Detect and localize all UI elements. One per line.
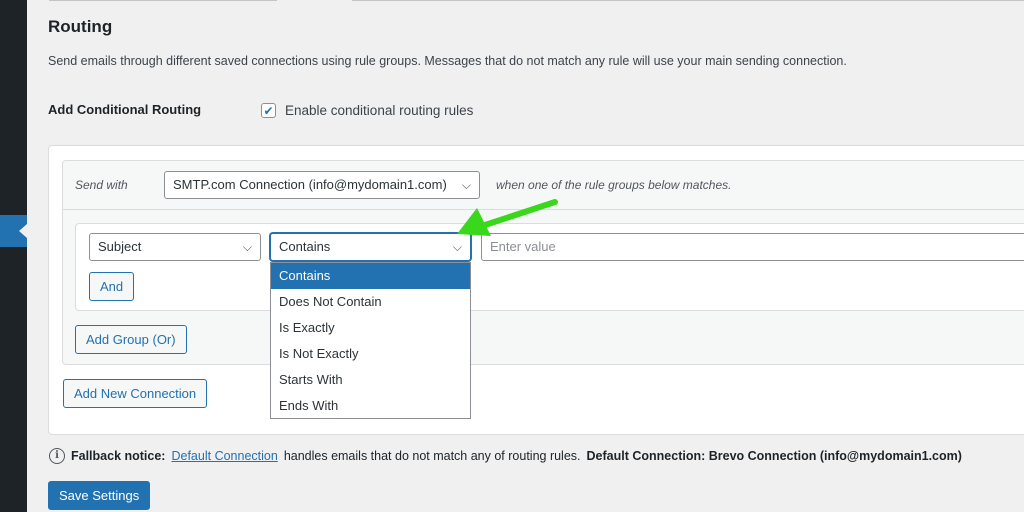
page-description: Send emails through different saved conn… — [48, 54, 847, 68]
field-select[interactable]: Subject ⌵ — [89, 233, 261, 261]
field-select-value: Subject — [98, 239, 142, 254]
fallback-notice: i Fallback notice: Default Connection ha… — [49, 448, 962, 464]
send-with-label: Send with — [75, 178, 128, 192]
enable-routing-label: Enable conditional routing rules — [285, 103, 474, 118]
conditional-routing-label: Add Conditional Routing — [48, 102, 202, 117]
page-title: Routing — [48, 17, 113, 36]
add-connection-button[interactable]: Add New Connection — [63, 379, 208, 408]
default-connection-info: Default Connection: Brevo Connection (in… — [586, 449, 962, 463]
fallback-text: handles emails that do not match any of … — [283, 449, 581, 463]
dropdown-option-starts-with[interactable]: Starts With — [271, 367, 470, 393]
fallback-label: Fallback notice: — [71, 449, 166, 463]
tab-divider-right — [352, 0, 1024, 1]
operator-select-value: Contains — [279, 239, 331, 254]
sidebar-active-indicator — [0, 215, 27, 247]
green-arrow-icon — [457, 199, 558, 236]
connection-select-value: SMTP.com Connection (info@mydomain1.com) — [173, 177, 447, 192]
dropdown-option-is-not-exactly[interactable]: Is Not Exactly — [271, 341, 470, 367]
dropdown-option-is-exactly[interactable]: Is Exactly — [271, 315, 470, 341]
operator-select[interactable]: Contains ⌵ — [270, 233, 471, 261]
checkmark-icon: ✔ — [263, 103, 274, 118]
sidebar-notch — [19, 224, 27, 238]
main-content: Routing Send emails through different sa… — [27, 0, 1024, 512]
chevron-down-icon: ⌵ — [242, 240, 252, 254]
add-group-button[interactable]: Add Group (Or) — [75, 325, 187, 354]
tab-divider-left — [49, 0, 277, 1]
enable-routing-toggle[interactable]: ✔ Enable conditional routing rules — [261, 103, 473, 118]
info-icon: i — [49, 448, 65, 464]
dropdown-option-contains[interactable]: Contains — [271, 263, 470, 289]
dropdown-option-does-not-contain[interactable]: Does Not Contain — [271, 289, 470, 315]
save-settings-button[interactable]: Save Settings — [48, 481, 151, 510]
and-button[interactable]: And — [89, 272, 135, 301]
admin-sidebar — [0, 0, 27, 512]
enable-routing-checkbox[interactable]: ✔ — [261, 103, 276, 118]
default-connection-link[interactable]: Default Connection — [171, 449, 277, 463]
operator-dropdown: Contains Does Not Contain Is Exactly Is … — [270, 262, 471, 419]
connection-select[interactable]: SMTP.com Connection (info@mydomain1.com)… — [164, 171, 480, 199]
dropdown-option-ends-with[interactable]: Ends With — [271, 393, 470, 419]
